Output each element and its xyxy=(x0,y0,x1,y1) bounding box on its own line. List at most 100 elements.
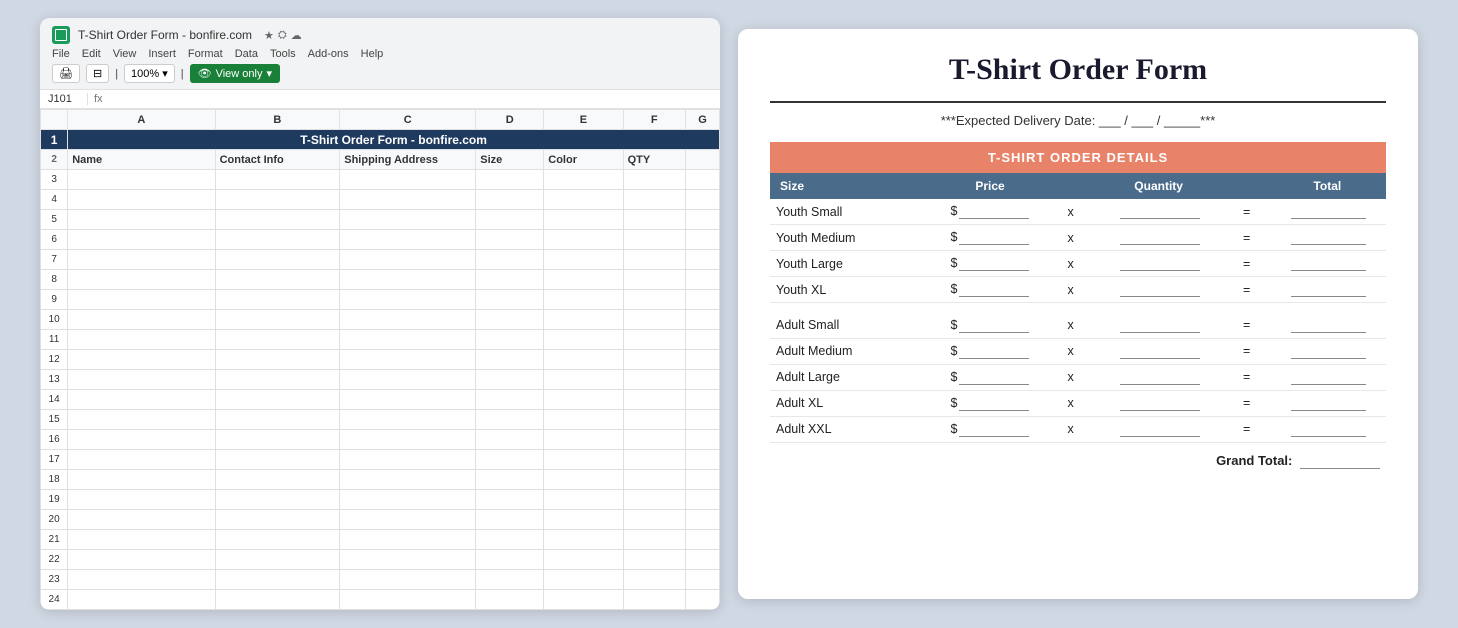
print-button[interactable]: 🖨 xyxy=(52,64,80,83)
order-table-title: T-SHIRT ORDER DETAILS xyxy=(770,142,1386,173)
mult-youth-small: x xyxy=(1049,199,1093,225)
qty-adult-medium[interactable] xyxy=(1093,338,1225,364)
filter-button[interactable]: ⊟ xyxy=(86,64,109,83)
menu-edit[interactable]: Edit xyxy=(82,48,101,60)
eq-adult-xxl: = xyxy=(1225,416,1269,442)
row-num: 2 xyxy=(41,150,68,170)
col-size[interactable]: Size xyxy=(476,150,544,170)
col-D[interactable]: D xyxy=(476,110,544,130)
col-A[interactable]: A xyxy=(68,110,215,130)
col-E[interactable]: E xyxy=(544,110,623,130)
total-youth-large[interactable] xyxy=(1269,251,1386,277)
order-row-adult-xxl: Adult XXL $ x = xyxy=(770,416,1386,442)
view-only-button[interactable]: 👁 View only ▾ xyxy=(190,64,280,83)
cloud-icon[interactable]: ☁ xyxy=(291,29,302,42)
qty-youth-xl[interactable] xyxy=(1093,277,1225,303)
order-row-youth-large: Youth Large $ x = xyxy=(770,251,1386,277)
separator-row xyxy=(770,303,1386,313)
toolbar: 🖨 ⊟ | 100% ▾ | 👁 View only ▾ xyxy=(52,64,708,83)
order-row-youth-small: Youth Small $ x = xyxy=(770,199,1386,225)
menu-view[interactable]: View xyxy=(113,48,137,60)
total-youth-small[interactable] xyxy=(1269,199,1386,225)
menu-addons[interactable]: Add-ons xyxy=(308,48,349,60)
qty-youth-large[interactable] xyxy=(1093,251,1225,277)
menu-help[interactable]: Help xyxy=(361,48,384,60)
table-row: 18 xyxy=(41,470,720,490)
col-mult-header xyxy=(1049,173,1093,199)
table-row: 22 xyxy=(41,550,720,570)
cell-reference[interactable]: J101 xyxy=(48,93,88,105)
col-address[interactable]: Shipping Address xyxy=(340,150,476,170)
fx-label: fx xyxy=(94,93,103,105)
camera-icon[interactable]: ⛭ xyxy=(278,29,287,42)
size-adult-xl: Adult XL xyxy=(770,390,931,416)
col-F[interactable]: F xyxy=(623,110,685,130)
table-title-row: T-SHIRT ORDER DETAILS xyxy=(770,142,1386,173)
row-num: 1 xyxy=(41,130,68,150)
qty-youth-medium[interactable] xyxy=(1093,225,1225,251)
order-row-adult-small: Adult Small $ x = xyxy=(770,313,1386,339)
price-adult-xxl[interactable]: $ xyxy=(931,416,1048,442)
spreadsheet-grid: A B C D E F G 1 T-Shirt Order Form - bon… xyxy=(40,109,720,610)
eq-adult-small: = xyxy=(1225,313,1269,339)
menu-format[interactable]: Format xyxy=(188,48,223,60)
size-youth-medium: Youth Medium xyxy=(770,225,931,251)
qty-adult-xl[interactable] xyxy=(1093,390,1225,416)
menu-data[interactable]: Data xyxy=(235,48,258,60)
menu-tools[interactable]: Tools xyxy=(270,48,296,60)
ss-table: A B C D E F G 1 T-Shirt Order Form - bon… xyxy=(40,109,720,610)
spreadsheet-header-title: T-Shirt Order Form - bonfire.com xyxy=(68,130,720,150)
price-youth-medium[interactable]: $ xyxy=(931,225,1048,251)
col-extra xyxy=(685,150,719,170)
total-adult-large[interactable] xyxy=(1269,364,1386,390)
table-row: 24 xyxy=(41,590,720,610)
col-contact[interactable]: Contact Info xyxy=(215,150,340,170)
menu-insert[interactable]: Insert xyxy=(148,48,176,60)
col-color[interactable]: Color xyxy=(544,150,623,170)
qty-adult-xxl[interactable] xyxy=(1093,416,1225,442)
grand-total-value[interactable] xyxy=(1300,453,1380,469)
price-youth-large[interactable]: $ xyxy=(931,251,1048,277)
size-adult-medium: Adult Medium xyxy=(770,338,931,364)
price-adult-medium[interactable]: $ xyxy=(931,338,1048,364)
col-total-header: Total xyxy=(1269,173,1386,199)
form-divider xyxy=(770,101,1386,103)
table-row: 6 xyxy=(41,230,720,250)
zoom-control[interactable]: 100% ▾ xyxy=(124,64,175,83)
col-size-header: Size xyxy=(770,173,931,199)
order-form-panel: T-Shirt Order Form ***Expected Delivery … xyxy=(738,29,1418,599)
star-icon[interactable]: ★ xyxy=(264,29,274,42)
price-youth-xl[interactable]: $ xyxy=(931,277,1048,303)
table-row: 21 xyxy=(41,530,720,550)
menu-file[interactable]: File xyxy=(52,48,70,60)
size-adult-small: Adult Small xyxy=(770,313,931,339)
table-row: 7 xyxy=(41,250,720,270)
col-eq-header xyxy=(1225,173,1269,199)
eq-youth-large: = xyxy=(1225,251,1269,277)
price-adult-xl[interactable]: $ xyxy=(931,390,1048,416)
total-adult-xl[interactable] xyxy=(1269,390,1386,416)
price-adult-large[interactable]: $ xyxy=(931,364,1048,390)
total-adult-xxl[interactable] xyxy=(1269,416,1386,442)
col-qty[interactable]: QTY xyxy=(623,150,685,170)
price-adult-small[interactable]: $ xyxy=(931,313,1048,339)
table-row: 15 xyxy=(41,410,720,430)
size-youth-large: Youth Large xyxy=(770,251,931,277)
table-row: 2 Name Contact Info Shipping Address Siz… xyxy=(41,150,720,170)
qty-adult-small[interactable] xyxy=(1093,313,1225,339)
qty-youth-small[interactable] xyxy=(1093,199,1225,225)
total-youth-xl[interactable] xyxy=(1269,277,1386,303)
col-B[interactable]: B xyxy=(215,110,340,130)
col-name[interactable]: Name xyxy=(68,150,215,170)
price-youth-small[interactable]: $ xyxy=(931,199,1048,225)
tab-title: T-Shirt Order Form - bonfire.com xyxy=(78,28,252,42)
order-row-adult-medium: Adult Medium $ x = xyxy=(770,338,1386,364)
total-youth-medium[interactable] xyxy=(1269,225,1386,251)
total-adult-small[interactable] xyxy=(1269,313,1386,339)
grand-total-label: Grand Total: xyxy=(1216,453,1292,468)
total-adult-medium[interactable] xyxy=(1269,338,1386,364)
col-G[interactable]: G xyxy=(685,110,719,130)
qty-adult-large[interactable] xyxy=(1093,364,1225,390)
col-C[interactable]: C xyxy=(340,110,476,130)
spreadsheet-panel: T-Shirt Order Form - bonfire.com ★ ⛭ ☁ F… xyxy=(40,18,720,610)
